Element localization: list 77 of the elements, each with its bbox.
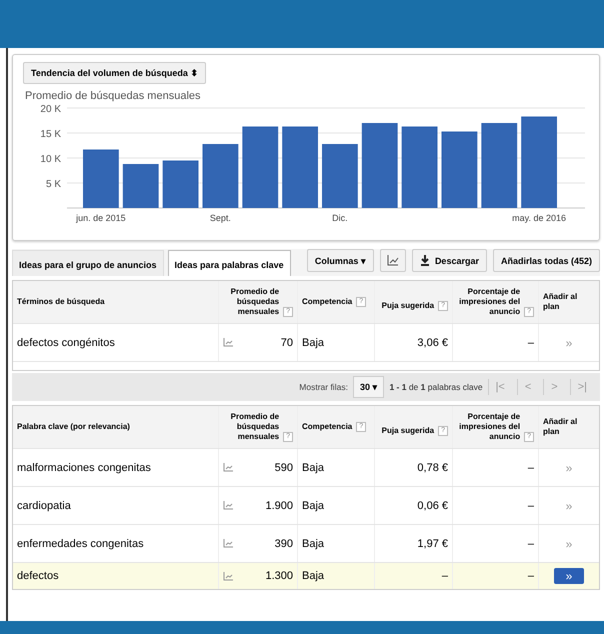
trend-dropdown[interactable]: Tendencia del volumen de búsqueda ⬍ xyxy=(23,62,206,84)
suggested-bid: 3,06 € xyxy=(417,336,448,348)
impression-share: – xyxy=(528,462,534,474)
search-volume: 590 xyxy=(274,462,293,474)
keyword: enfermedades congenitas xyxy=(17,538,144,550)
search-volume: 1.300 xyxy=(265,570,293,582)
add-to-plan-button[interactable]: » xyxy=(554,334,584,350)
first-page-button[interactable]: |< xyxy=(488,379,512,395)
keyword: defectos congénitos xyxy=(17,336,115,348)
add-to-plan-button[interactable]: » xyxy=(554,498,584,514)
download-button[interactable]: Descargar xyxy=(412,249,487,272)
axis-label: jun. de 2015 xyxy=(76,213,126,223)
column-header: Palabra clave (por relevancia) xyxy=(17,422,130,432)
competition: Baja xyxy=(302,462,324,474)
tab[interactable]: Ideas para el grupo de anuncios xyxy=(12,250,164,276)
column-header: Añadir al plan xyxy=(543,292,578,312)
column-header: Competencia xyxy=(302,422,352,432)
chart-bar xyxy=(202,144,238,208)
previous-page-button[interactable]: < xyxy=(516,379,538,395)
axis-label: 5 K xyxy=(46,179,61,190)
add-all-button[interactable]: Añadirlas todas (452) xyxy=(492,249,600,272)
competition: Baja xyxy=(302,336,324,348)
last-page-button[interactable]: >| xyxy=(570,379,594,395)
tab[interactable]: Ideas para palabras clave xyxy=(168,250,291,276)
impression-share: – xyxy=(528,500,534,512)
search-volume: 70 xyxy=(280,336,293,348)
rows-dropdown[interactable]: 30 ▾ xyxy=(352,376,384,398)
chart-bar xyxy=(83,150,119,208)
column-header: Puja sugerida xyxy=(380,301,434,311)
axis-label: may. de 2016 xyxy=(512,213,566,223)
line-chart-icon[interactable] xyxy=(223,338,233,347)
competition: Baja xyxy=(302,570,324,582)
next-page-button[interactable]: > xyxy=(543,379,565,395)
line-chart-icon[interactable] xyxy=(223,463,233,472)
line-chart-icon xyxy=(386,255,399,266)
suggested-bid: 1,97 € xyxy=(417,538,448,550)
line-chart-icon[interactable] xyxy=(223,501,233,510)
column-header: Promedio de búsquedas mensuales xyxy=(230,412,280,442)
axis-label: 20 K xyxy=(40,104,61,115)
columns-button[interactable]: Columnas ▾ xyxy=(306,249,374,272)
column-header: Añadir al plan xyxy=(543,417,578,437)
column-header: Promedio de búsquedas mensuales xyxy=(230,287,280,317)
chart-title: Promedio de búsquedas mensuales xyxy=(25,90,202,102)
chart-bar xyxy=(322,144,358,208)
impression-share: – xyxy=(528,570,534,582)
suggested-bid: 0,78 € xyxy=(417,462,448,474)
column-header: Porcentaje de impresiones del anuncio xyxy=(458,412,520,442)
axis-label: 10 K xyxy=(40,154,61,165)
add-to-plan-button[interactable]: » xyxy=(554,460,584,476)
column-header: Competencia xyxy=(302,297,352,307)
search-volume: 390 xyxy=(274,538,293,550)
impression-share: – xyxy=(528,538,534,550)
rows-label: Mostrar filas: xyxy=(299,382,348,392)
page-range: 1 - 1 de 1 palabras clave xyxy=(389,382,483,392)
add-to-plan-button[interactable]: » xyxy=(554,568,584,584)
keyword: cardiopatia xyxy=(17,500,71,512)
line-chart-icon[interactable] xyxy=(223,572,233,580)
chart-bar xyxy=(122,164,159,208)
competition: Baja xyxy=(302,538,324,550)
keyword: malformaciones congenitas xyxy=(17,462,151,474)
search-volume: 1.900 xyxy=(265,500,293,512)
column-header: Términos de búsqueda xyxy=(17,297,105,307)
keyword: defectos xyxy=(17,570,59,582)
suggested-bid: 0,06 € xyxy=(417,500,448,512)
column-header: Porcentaje de impresiones del anuncio xyxy=(458,287,520,317)
impression-share: – xyxy=(528,336,534,348)
chart-button[interactable] xyxy=(380,249,406,272)
axis-label: 15 K xyxy=(40,129,61,140)
download-icon xyxy=(420,255,430,266)
column-header: Puja sugerida xyxy=(380,426,434,436)
competition: Baja xyxy=(302,500,324,512)
suggested-bid: – xyxy=(442,570,448,582)
axis-label: Dic. xyxy=(332,213,348,223)
axis-label: Sept. xyxy=(210,213,231,223)
chart-bar xyxy=(162,160,198,208)
line-chart-icon[interactable] xyxy=(223,539,233,548)
add-to-plan-button[interactable]: » xyxy=(554,536,584,552)
